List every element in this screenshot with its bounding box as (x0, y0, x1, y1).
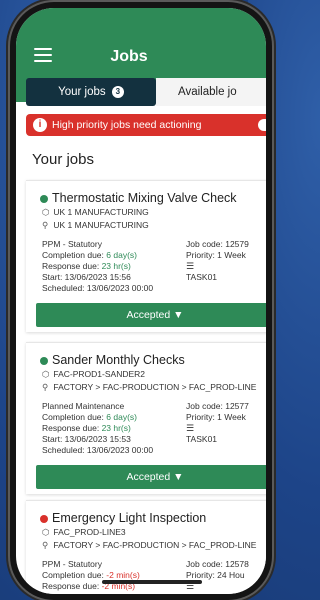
job-title-row: Thermostatic Mixing Valve Check (40, 191, 266, 205)
task-name: TASK01 (186, 272, 218, 282)
completion-label: Completion due: (42, 412, 104, 422)
location-line: ⚲ FACTORY > FAC-PRODUCTION > FAC_PROD-LI… (40, 382, 266, 393)
job-code: Job code: 12579 (186, 239, 249, 249)
cube-icon: ⬡ (42, 207, 50, 217)
location-text: UK 1 MANUFACTURING (53, 220, 149, 230)
status-dot (40, 357, 48, 365)
accepted-status-button[interactable]: Accepted ▼ (36, 303, 266, 327)
asset-text: FAC-PROD1-SANDER2 (53, 369, 146, 379)
job-details-left: PPM - Statutory Completion due: -2 min(s… (42, 559, 140, 592)
response-label: Response due: (42, 581, 100, 591)
job-title-row: Sander Monthly Checks (40, 353, 266, 367)
tab-your-jobs-label: Your jobs (58, 86, 106, 98)
asset-line: ⬡ FAC_PROD-LINE3 (40, 527, 266, 538)
start-time: Start: 13/06/2023 15:53 (42, 434, 131, 444)
job-title: Sander Monthly Checks (52, 353, 185, 367)
info-icon: i (33, 118, 47, 132)
job-type: PPM - Statutory (42, 559, 102, 569)
job-details: PPM - Statutory Completion due: -2 min(s… (40, 559, 266, 594)
completion-due: Completion due: 6 day(s) (42, 250, 153, 261)
job-code: Job code: 12578 (186, 559, 249, 569)
status-dot (40, 515, 48, 523)
job-title: Thermostatic Mixing Valve Check (52, 191, 237, 205)
job-details-left: Planned Maintenance Completion due: 6 da… (42, 401, 153, 456)
job-code: Job code: 12577 (186, 401, 249, 411)
priority: Priority: 1 Week (186, 250, 246, 260)
location-pin-icon: ⚲ (42, 220, 49, 230)
page-title: Jobs (110, 48, 148, 65)
status-dot (40, 195, 48, 203)
section-title: Your jobs (32, 151, 94, 168)
job-details-right: Job code: 12579 Priority: 1 Week ☰ TASK0… (186, 239, 249, 283)
completion-label: Completion due: (42, 570, 104, 580)
priority: Priority: 1 Week (186, 412, 246, 422)
scheduled-time: Scheduled: 13/06/2023 00:00 (42, 283, 154, 293)
completion-due: Completion due: 6 day(s) (42, 412, 153, 423)
priority-alert-banner[interactable]: i High priority jobs need actioning (26, 114, 266, 136)
alert-text: High priority jobs need actioning (52, 119, 202, 131)
tab-your-jobs[interactable]: Your jobs 3 (26, 78, 156, 106)
task-name: TASK01 (186, 434, 218, 444)
task-list-icon: ☰ (186, 261, 195, 271)
completion-label: Completion due: (42, 250, 104, 260)
tab-available-jobs-label: Available jo (178, 86, 237, 98)
job-details-right: Job code: 12578 Priority: 24 Hou ☰ (186, 559, 249, 592)
job-details-right: Job code: 12577 Priority: 1 Week ☰ TASK0… (186, 401, 249, 445)
completion-value: 6 day(s) (106, 250, 137, 260)
location-line: ⚲ FACTORY > FAC-PRODUCTION > FAC_PROD-LI… (40, 540, 266, 551)
job-title-row: Emergency Light Inspection (40, 511, 266, 525)
cube-icon: ⬡ (42, 527, 50, 537)
job-details-left: PPM - Statutory Completion due: 6 day(s)… (42, 239, 153, 294)
response-due: Response due: 23 hr(s) (42, 261, 153, 272)
response-label: Response due: (42, 423, 100, 433)
start-time: Start: 13/06/2023 15:56 (42, 272, 131, 282)
completion-value: -2 min(s) (106, 570, 140, 580)
asset-line: ⬡ UK 1 MANUFACTURING (40, 207, 266, 218)
job-tabs: Your jobs 3 Available jo (26, 78, 266, 106)
tab-available-jobs[interactable]: Available jo (156, 78, 266, 106)
home-indicator[interactable] (102, 580, 202, 584)
response-value: 23 hr(s) (101, 423, 131, 433)
task-list-icon: ☰ (186, 423, 195, 433)
location-line: ⚲ UK 1 MANUFACTURING (40, 220, 266, 231)
response-label: Response due: (42, 261, 100, 271)
jobs-count-badge: 3 (111, 86, 124, 98)
job-card[interactable]: Sander Monthly Checks ⬡ FAC-PROD1-SANDER… (26, 342, 266, 494)
job-card[interactable]: Thermostatic Mixing Valve Check ⬡ UK 1 M… (26, 180, 266, 332)
job-type: Planned Maintenance (42, 401, 125, 411)
job-details: PPM - Statutory Completion due: 6 day(s)… (40, 239, 266, 297)
accepted-status-button[interactable]: Accepted ▼ (36, 465, 266, 489)
asset-text: FAC_PROD-LINE3 (53, 527, 126, 537)
alert-toggle[interactable] (258, 119, 266, 131)
phone-frame: Jobs Your jobs 3 Available jo i High pri… (10, 2, 272, 600)
job-details: Planned Maintenance Completion due: 6 da… (40, 401, 266, 459)
location-pin-icon: ⚲ (42, 382, 49, 392)
asset-text: UK 1 MANUFACTURING (53, 207, 149, 217)
job-title: Emergency Light Inspection (52, 511, 207, 525)
location-text: FACTORY > FAC-PRODUCTION > FAC_PROD-LINE (53, 382, 257, 392)
scheduled-time: Scheduled: 13/06/2023 00:00 (42, 445, 154, 455)
completion-value: 6 day(s) (106, 412, 137, 422)
app-screen: Jobs Your jobs 3 Available jo i High pri… (16, 8, 266, 594)
response-due: Response due: 23 hr(s) (42, 423, 153, 434)
response-value: 23 hr(s) (101, 261, 131, 271)
location-pin-icon: ⚲ (42, 540, 49, 550)
asset-line: ⬡ FAC-PROD1-SANDER2 (40, 369, 266, 380)
job-type: PPM - Statutory (42, 239, 102, 249)
cube-icon: ⬡ (42, 369, 50, 379)
location-text: FACTORY > FAC-PRODUCTION > FAC_PROD-LINE (53, 540, 257, 550)
